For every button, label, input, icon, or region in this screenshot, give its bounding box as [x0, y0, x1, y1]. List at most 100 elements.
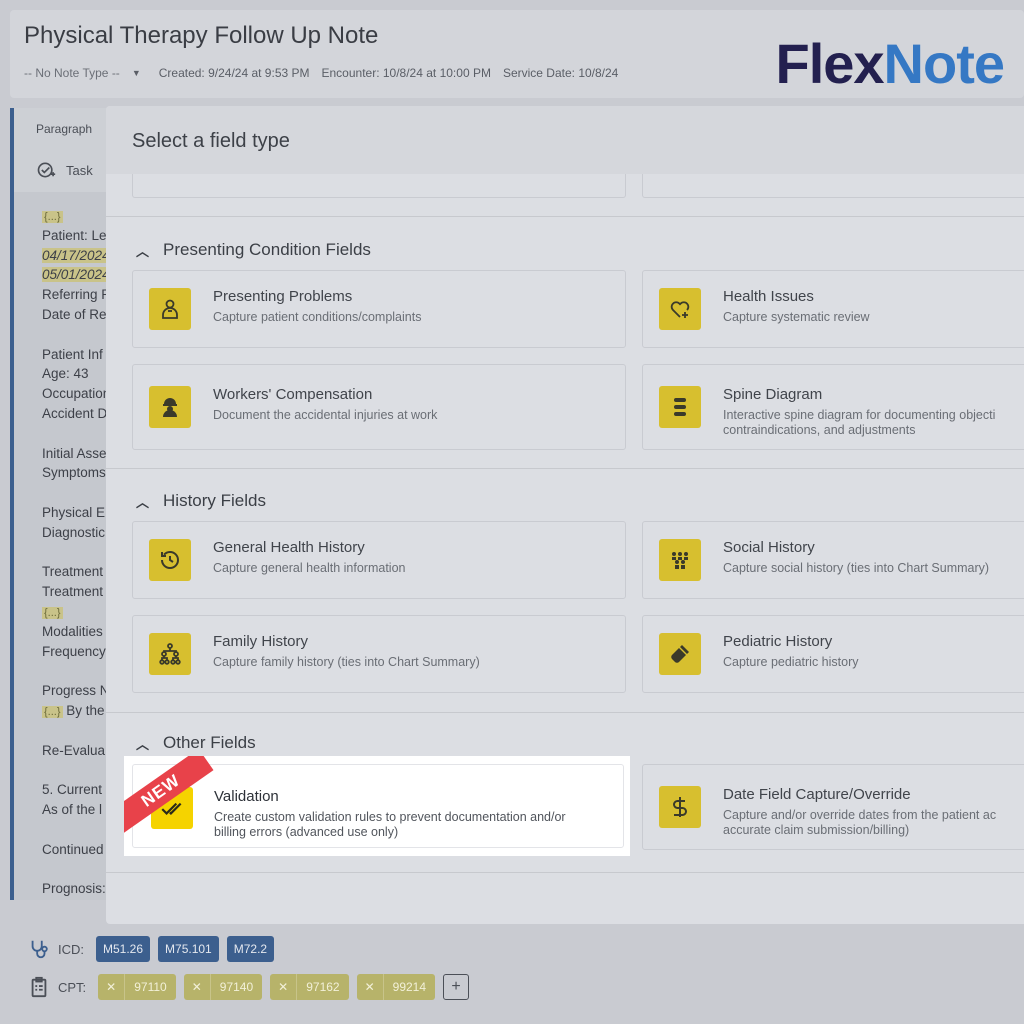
worker-icon	[149, 386, 191, 428]
cpt-code: ✕ 99214	[356, 974, 436, 1000]
editor-line: 5. Current	[42, 782, 103, 798]
field-card-desc: Capture family history (ties into Chart …	[213, 655, 480, 669]
new-badge-label: NEW	[124, 756, 214, 834]
task-check-icon	[37, 162, 56, 178]
remove-code-icon[interactable]: ✕	[184, 974, 211, 1000]
modal-title: Select a field type	[132, 130, 290, 152]
patient-icon	[149, 288, 191, 330]
field-card[interactable]	[642, 174, 1024, 198]
editor-line: Date of Re	[42, 306, 107, 322]
field-card-desc: Interactive spine diagram for documentin…	[723, 408, 996, 437]
editor-line: Diagnostic	[42, 524, 106, 540]
field-card[interactable]	[132, 174, 626, 198]
new-badge: NEW	[124, 756, 234, 836]
field-card-desc: Create custom validation rules to preven…	[214, 810, 566, 839]
collapsed-block[interactable]: {...}	[42, 211, 63, 223]
field-card-spine-diagram[interactable]: Spine Diagram Interactive spine diagram …	[642, 364, 1024, 450]
icd-code[interactable]: M75.101	[158, 936, 219, 962]
section-header[interactable]: ︿ Presenting Condition Fields	[136, 240, 371, 260]
note-editor[interactable]: Paragraph Task {...} Patient: Le 04/17/2…	[10, 108, 120, 900]
field-card-health-issues[interactable]: Health Issues Capture systematic review	[642, 270, 1024, 348]
collapsed-block[interactable]: {...}	[42, 705, 63, 718]
editor-line: Symptoms	[42, 465, 106, 481]
editor-line: Frequency	[42, 643, 106, 659]
date-token[interactable]: 04/17/2024	[42, 247, 110, 263]
editor-line: By the	[66, 702, 105, 718]
field-card-title: Presenting Problems	[213, 288, 353, 305]
chevron-up-icon[interactable]: ︿	[136, 734, 149, 753]
editor-line: Patient: Le	[42, 227, 107, 243]
paragraph-style-select[interactable]: Paragraph	[36, 122, 92, 136]
cpt-row: CPT: ✕ 97110 ✕ 97140 ✕ 97162 ✕ 99214 +	[28, 974, 470, 1000]
note-type-select[interactable]: -- No Note Type --	[24, 66, 120, 80]
section-divider	[106, 872, 1024, 873]
field-card-title: Health Issues	[723, 288, 814, 305]
chevron-up-icon[interactable]: ︿	[136, 492, 149, 511]
field-card-title: Workers' Compensation	[213, 386, 373, 403]
field-card-general-health-history[interactable]: General Health History Capture general h…	[132, 521, 626, 599]
field-card-desc: Capture pediatric history	[723, 655, 859, 669]
validation-highlight: Validation Create custom validation rule…	[124, 756, 630, 856]
history-icon	[149, 539, 191, 581]
editor-line: Age: 43	[42, 366, 89, 382]
editor-line: Treatment	[42, 584, 104, 600]
clipboard-icon	[31, 976, 47, 998]
editor-line: Occupation	[42, 386, 111, 402]
cpt-code: ✕ 97140	[183, 974, 263, 1000]
editor-line: Progress N	[42, 683, 110, 699]
note-title: Physical Therapy Follow Up Note	[24, 22, 379, 49]
field-card-presenting-problems[interactable]: Presenting Problems Capture patient cond…	[132, 270, 626, 348]
heart-plus-icon	[659, 288, 701, 330]
section-header[interactable]: ︿ History Fields	[136, 491, 266, 511]
cpt-code: ✕ 97162	[270, 974, 349, 1000]
editor-line: Prognosis:	[42, 881, 106, 897]
cpt-label: CPT:	[58, 979, 87, 995]
editor-line: Patient Inf	[42, 346, 103, 362]
editor-line: Modalities	[42, 623, 103, 639]
section-divider	[106, 468, 1024, 469]
section-header[interactable]: ︿ Other Fields	[136, 733, 256, 753]
cpt-code: ✕ 97110	[98, 974, 176, 1000]
service-date: Service Date: 10/8/24	[502, 66, 619, 80]
stethoscope-icon	[31, 940, 48, 959]
field-card-title: Pediatric History	[723, 633, 833, 650]
field-card-pediatric-history[interactable]: Pediatric History Capture pediatric hist…	[642, 615, 1024, 693]
billing-codes-bar: ICD: M51.26 M75.101 M72.2 CPT: ✕ 97110 ✕ 9…	[10, 912, 1024, 1024]
field-card-desc: Capture patient conditions/complaints	[213, 310, 422, 324]
dollar-icon	[659, 786, 701, 828]
field-card-family-history[interactable]: Family History Capture family history (t…	[132, 615, 626, 693]
remove-code-icon[interactable]: ✕	[357, 974, 384, 1000]
collapsed-block[interactable]: {...}	[42, 606, 63, 619]
editor-line: Treatment	[42, 564, 104, 580]
task-button[interactable]: Task	[36, 160, 93, 180]
field-card-title: General Health History	[213, 539, 365, 556]
remove-code-icon[interactable]: ✕	[270, 974, 298, 1000]
field-card-title: Spine Diagram	[723, 386, 823, 403]
icd-label: ICD:	[58, 941, 84, 957]
chevron-up-icon[interactable]: ︿	[136, 241, 149, 260]
remove-code-icon[interactable]: ✕	[98, 974, 126, 1000]
chevron-down-icon[interactable]: ▼	[132, 68, 141, 78]
field-card-date-field-capture[interactable]: Date Field Capture/Override Capture and/…	[642, 764, 1024, 850]
field-card-desc: Capture systematic review	[723, 310, 870, 324]
field-card-title: Social History	[723, 539, 815, 556]
editor-text[interactable]: {...} Patient: Le 04/17/2024 05/01/2024 …	[42, 206, 110, 899]
editor-line: Initial Asse	[42, 445, 107, 461]
people-icon	[659, 539, 701, 581]
section-divider	[106, 216, 1024, 217]
field-card-social-history[interactable]: Social History Capture social history (t…	[642, 521, 1024, 599]
modal-header: Select a field type	[106, 106, 1024, 174]
field-card-desc: Capture social history (ties into Chart …	[723, 561, 990, 575]
date-token[interactable]: 05/01/2024	[42, 267, 110, 283]
editor-line: Continued	[42, 841, 104, 857]
add-cpt-button[interactable]: +	[443, 974, 470, 1000]
spine-icon	[659, 386, 701, 428]
field-card-workers-compensation[interactable]: Workers' Compensation Document the accid…	[132, 364, 626, 450]
editor-line: Accident D	[42, 405, 108, 421]
icd-code[interactable]: M51.26	[96, 936, 151, 962]
field-card-desc: Document the accidental injuries at work	[213, 408, 438, 422]
task-label: Task	[66, 162, 93, 178]
field-card-desc: Capture general health information	[213, 561, 406, 575]
icd-code[interactable]: M72.2	[226, 936, 275, 962]
field-card-desc: Capture and/or override dates from the p…	[723, 808, 997, 837]
